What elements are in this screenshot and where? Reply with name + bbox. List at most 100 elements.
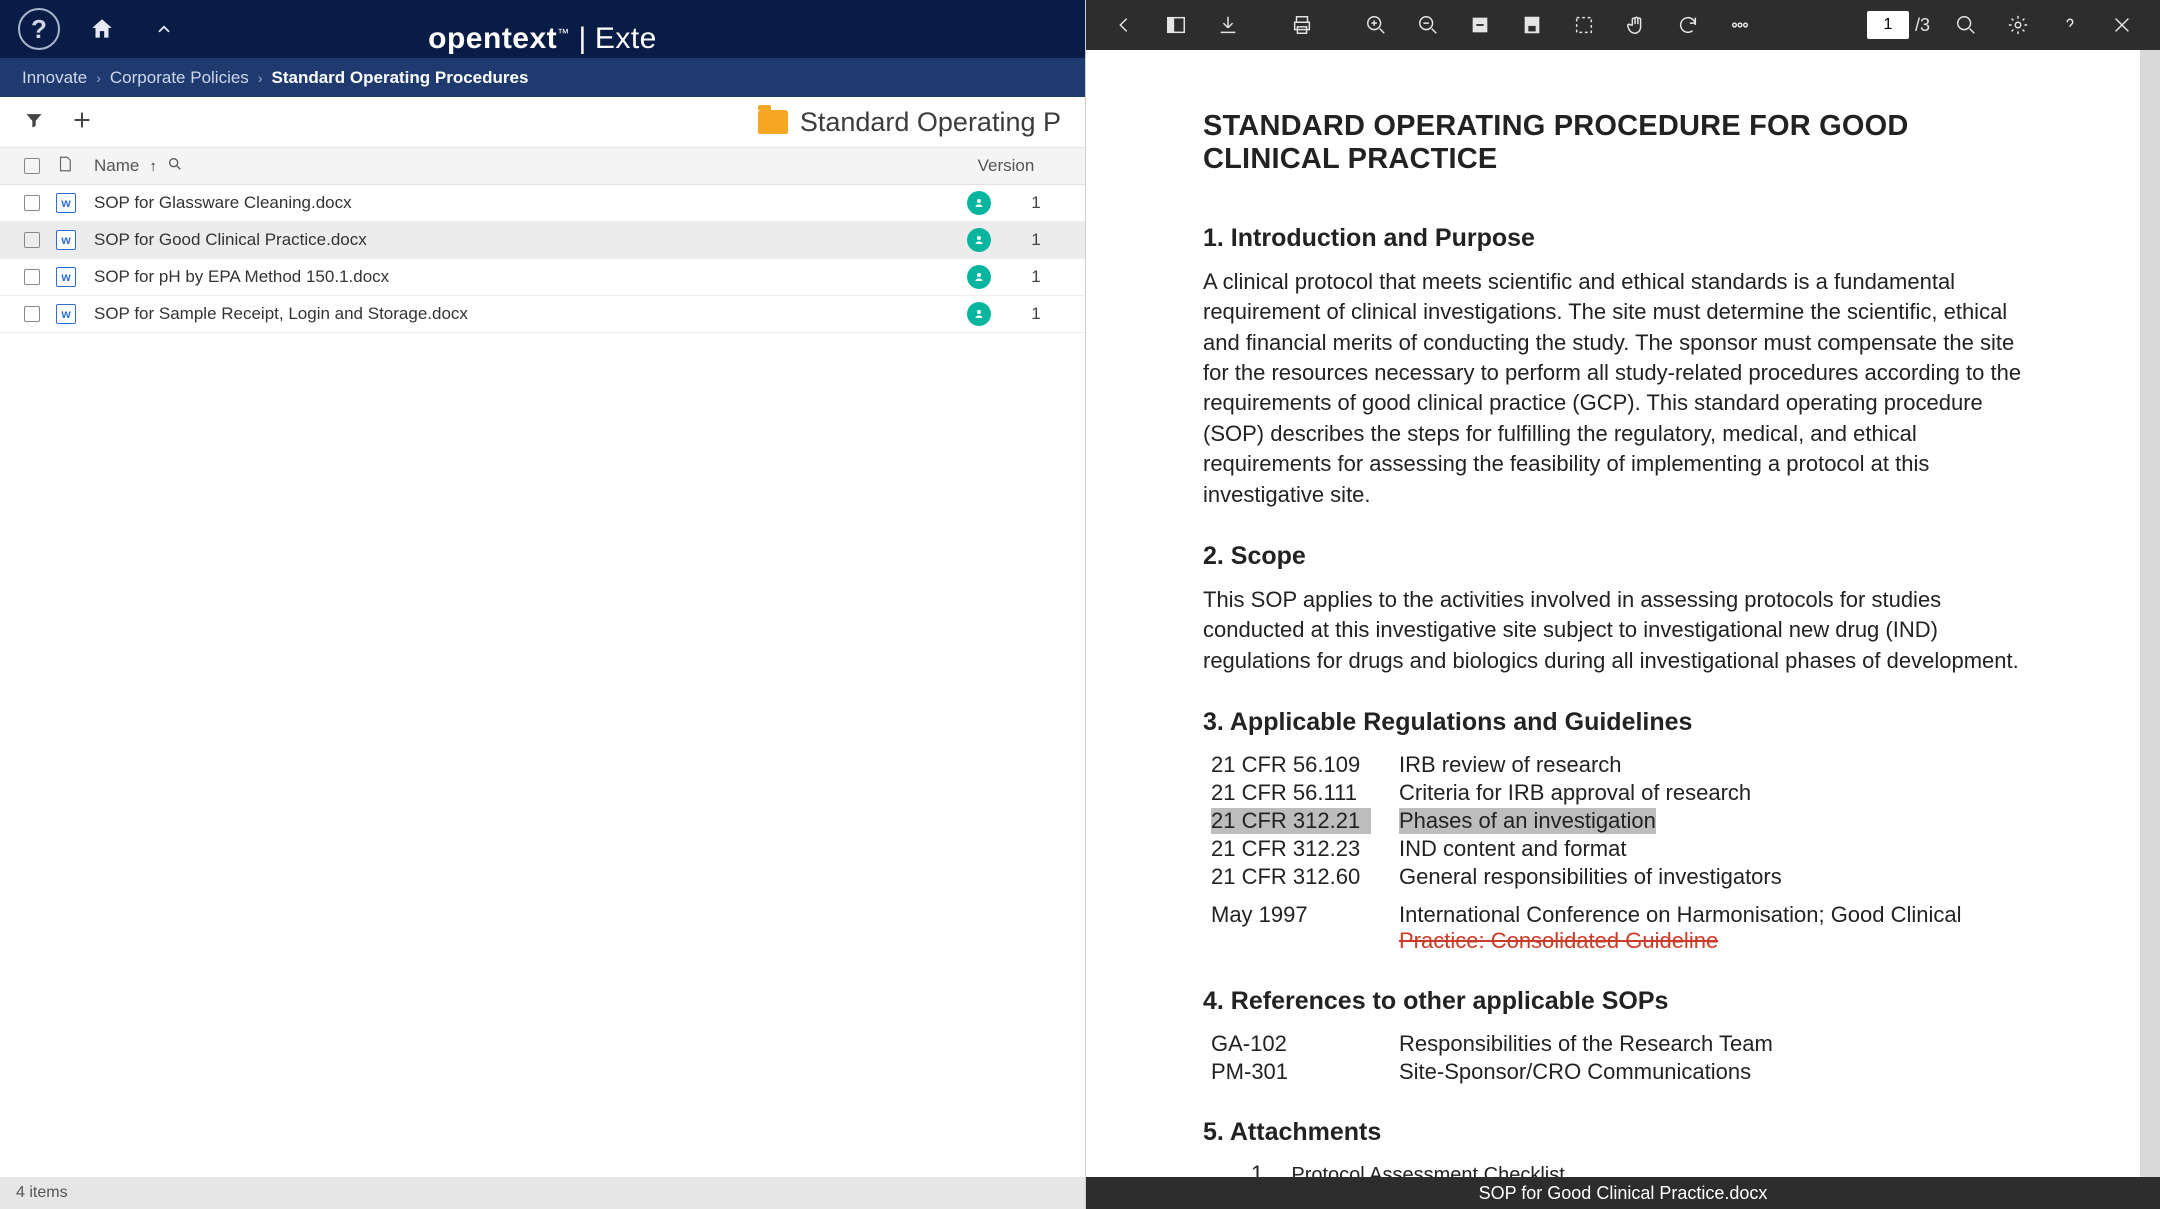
doc-type-icon [56, 154, 88, 179]
list-header: Name ↑ Version [0, 148, 1085, 185]
help-icon [2059, 14, 2081, 36]
plus-icon [72, 110, 92, 130]
home-button[interactable] [82, 9, 122, 49]
prev-page-button[interactable] [1098, 0, 1150, 50]
search-button[interactable] [1940, 0, 1992, 50]
more-button[interactable] [1714, 0, 1766, 50]
zoom-in-button[interactable] [1350, 0, 1402, 50]
folder-title: Standard Operating P [758, 107, 1061, 138]
search-icon [167, 156, 183, 172]
doc-title: STANDARD OPERATING PROCEDURE FOR GOOD CL… [1203, 110, 2023, 176]
reg-code: May 1997 [1211, 902, 1371, 954]
settings-button[interactable] [1992, 0, 2044, 50]
add-button[interactable] [72, 110, 96, 135]
file-name[interactable]: SOP for Glassware Cleaning.docx [88, 193, 967, 213]
zoom-out-button[interactable] [1402, 0, 1454, 50]
section-heading: 2. Scope [1203, 542, 2023, 571]
rotate-button[interactable] [1662, 0, 1714, 50]
reg-code: 21 CFR 312.60 [1211, 864, 1371, 890]
status-badge [967, 302, 991, 326]
file-version: 1 [1011, 267, 1061, 287]
fit-width-icon [1469, 14, 1491, 36]
row-checkbox[interactable] [24, 232, 40, 248]
word-doc-icon [56, 304, 76, 324]
close-icon [2111, 14, 2133, 36]
more-icon [1729, 14, 1751, 36]
gear-icon [2007, 14, 2029, 36]
file-list: SOP for Glassware Cleaning.docx1SOP for … [0, 185, 1085, 333]
brand-label: opentext™ |Exte [428, 22, 657, 56]
nav-up-button[interactable] [144, 9, 184, 49]
topbar: ? opentext™ |Exte [0, 0, 1085, 58]
regulations-list: May 1997 International Conference on Har… [1211, 901, 2023, 955]
sort-asc-icon[interactable]: ↑ [149, 158, 157, 175]
folder-icon [758, 110, 788, 134]
file-version: 1 [1011, 230, 1061, 250]
select-all-checkbox[interactable] [24, 158, 40, 174]
file-name[interactable]: SOP for Sample Receipt, Login and Storag… [88, 304, 967, 324]
breadcrumb-item-active[interactable]: Standard Operating Procedures [271, 68, 528, 88]
reg-desc-strikethrough: Practice: Consolidated Guideline [1399, 928, 1718, 953]
row-checkbox[interactable] [24, 306, 40, 322]
download-icon [1217, 14, 1239, 36]
attachment-number: 1. [1251, 1161, 1269, 1177]
print-icon [1291, 14, 1313, 36]
table-row[interactable]: SOP for pH by EPA Method 150.1.docx 1 [0, 259, 1085, 296]
reg-desc: General responsibilities of investigator… [1399, 864, 1782, 890]
filter-icon [24, 110, 44, 130]
file-name[interactable]: SOP for Good Clinical Practice.docx [88, 230, 967, 250]
section-heading: 5. Attachments [1203, 1118, 2023, 1147]
table-row[interactable]: SOP for Good Clinical Practice.docx 1 [0, 222, 1085, 259]
page-total-label: /3 [1915, 15, 1930, 36]
column-version-header[interactable]: Version [971, 156, 1061, 176]
chevron-right-icon: › [96, 70, 101, 86]
print-button[interactable] [1276, 0, 1328, 50]
reg-desc: International Conference on Harmonisatio… [1399, 902, 1962, 927]
document-page: STANDARD OPERATING PROCEDURE FOR GOOD CL… [1203, 110, 2023, 1177]
chevron-right-icon: › [258, 70, 263, 86]
attachment-label: Protocol Assessment Checklist [1291, 1164, 1564, 1177]
breadcrumb-item[interactable]: Innovate [22, 68, 87, 88]
status-badge [967, 265, 991, 289]
select-region-button[interactable] [1558, 0, 1610, 50]
file-version: 1 [1011, 193, 1061, 213]
file-name[interactable]: SOP for pH by EPA Method 150.1.docx [88, 267, 967, 287]
document-viewer-pane: /3 STANDARD OPERATING PROCEDURE FOR GOOD… [1085, 0, 2160, 1209]
reg-desc: IRB review of research [1399, 752, 1622, 778]
attachments-list: 1. Protocol Assessment Checklist [1251, 1161, 2023, 1177]
reg-code: 21 CFR 56.111 [1211, 780, 1371, 806]
fit-page-button[interactable] [1506, 0, 1558, 50]
zoom-out-icon [1417, 14, 1439, 36]
document-scroll-area[interactable]: STANDARD OPERATING PROCEDURE FOR GOOD CL… [1086, 50, 2160, 1177]
row-checkbox[interactable] [24, 195, 40, 211]
reg-code: 21 CFR 56.109 [1211, 752, 1371, 778]
fit-width-button[interactable] [1454, 0, 1506, 50]
filter-button[interactable] [24, 110, 48, 135]
fit-page-icon [1521, 14, 1543, 36]
table-row[interactable]: SOP for Glassware Cleaning.docx 1 [0, 185, 1085, 222]
reg-desc: Criteria for IRB approval of research [1399, 780, 1751, 806]
zoom-in-icon [1365, 14, 1387, 36]
marquee-icon [1573, 14, 1595, 36]
folder-toolbar: Standard Operating P [0, 97, 1085, 148]
ref-code: PM-301 [1211, 1059, 1371, 1085]
word-doc-icon [56, 230, 76, 250]
close-viewer-button[interactable] [2096, 0, 2148, 50]
help-button[interactable]: ? [18, 8, 60, 50]
column-search-button[interactable] [167, 156, 183, 177]
file-browser-pane: ? opentext™ |Exte Innovate › Corporate P… [0, 0, 1085, 1209]
row-checkbox[interactable] [24, 269, 40, 285]
table-row[interactable]: SOP for Sample Receipt, Login and Storag… [0, 296, 1085, 333]
column-name-header[interactable]: Name [94, 156, 139, 176]
page-number-input[interactable] [1867, 11, 1909, 39]
reg-desc: Phases of an investigation [1399, 808, 1656, 834]
pan-button[interactable] [1610, 0, 1662, 50]
breadcrumb-item[interactable]: Corporate Policies [110, 68, 249, 88]
viewer-help-button[interactable] [2044, 0, 2096, 50]
file-version: 1 [1011, 304, 1061, 324]
word-doc-icon [56, 193, 76, 213]
download-button[interactable] [1202, 0, 1254, 50]
reg-desc: IND content and format [1399, 836, 1626, 862]
ref-code: GA-102 [1211, 1031, 1371, 1057]
sidebar-toggle-button[interactable] [1150, 0, 1202, 50]
